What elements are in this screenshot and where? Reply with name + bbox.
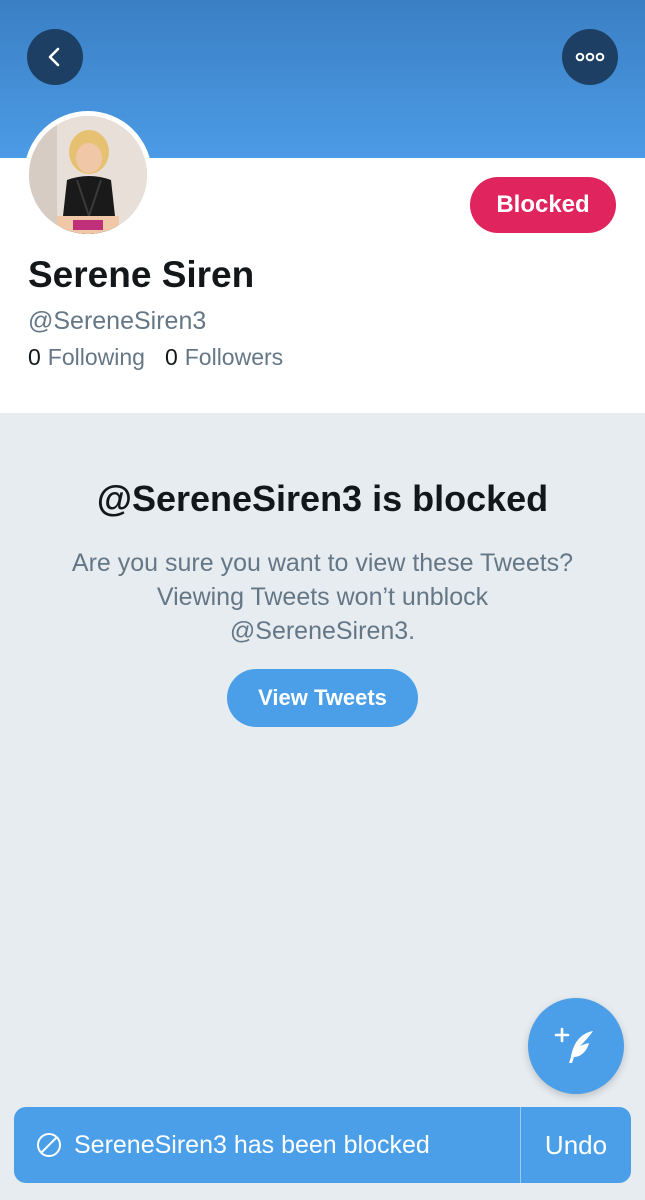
- more-dots-icon: [575, 52, 605, 62]
- toast-message: SereneSiren3 has been blocked: [74, 1130, 430, 1159]
- blocked-icon: [36, 1132, 62, 1158]
- followers-stat[interactable]: 0 Followers: [165, 344, 283, 371]
- profile-display-name: Serene Siren: [28, 254, 255, 295]
- back-button[interactable]: [27, 29, 83, 85]
- compose-tweet-icon: [554, 1027, 593, 1063]
- compose-tweet-button[interactable]: [528, 998, 624, 1094]
- toast-message-area: SereneSiren3 has been blocked: [14, 1107, 520, 1183]
- chevron-left-icon: [48, 47, 60, 67]
- avatar[interactable]: [24, 111, 152, 239]
- view-tweets-button[interactable]: View Tweets: [227, 669, 418, 727]
- more-options-button[interactable]: [562, 29, 618, 85]
- followers-label: Followers: [184, 344, 284, 370]
- profile-handle: @SereneSiren3: [28, 307, 207, 335]
- following-count: 0: [28, 344, 41, 370]
- blocked-status-button[interactable]: Blocked: [470, 177, 616, 233]
- blocked-notice-title: @SereneSiren3 is blocked: [96, 478, 549, 519]
- avatar-photo: [29, 116, 147, 234]
- profile-stats: 0 Following 0 Followers: [28, 344, 283, 371]
- followers-count: 0: [164, 344, 178, 370]
- blocked-notice-message: Are you sure you want to view these Twee…: [71, 549, 574, 645]
- undo-button[interactable]: Undo: [521, 1107, 631, 1183]
- following-stat[interactable]: 0 Following: [28, 344, 145, 371]
- following-label: Following: [47, 344, 145, 370]
- block-confirmation-toast: SereneSiren3 has been blocked Undo: [14, 1107, 631, 1183]
